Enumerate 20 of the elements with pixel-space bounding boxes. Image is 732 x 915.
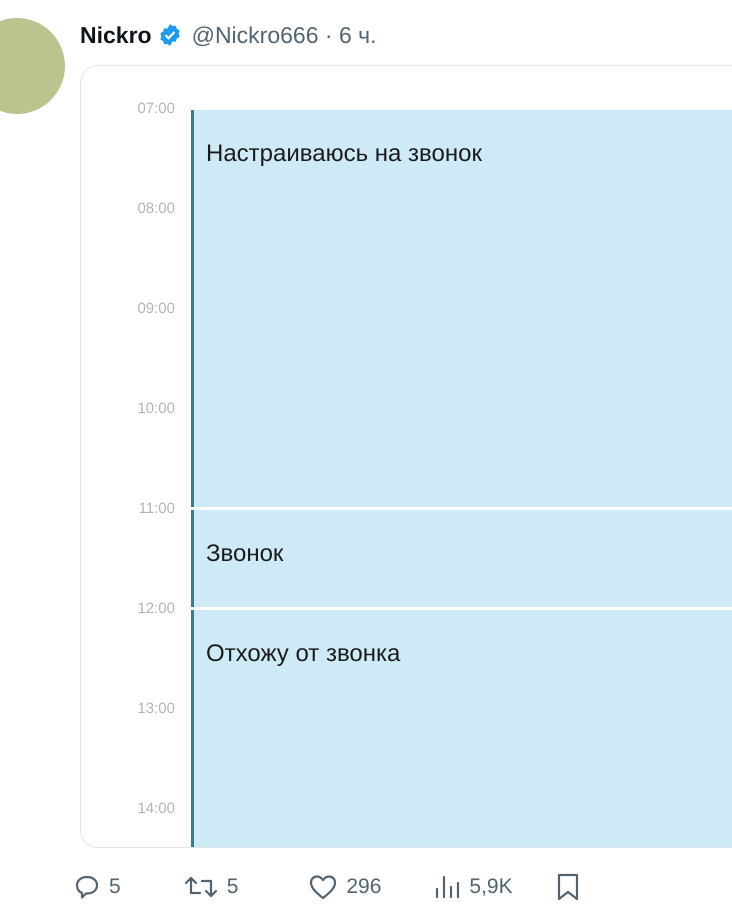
hour-label: 13:00 xyxy=(136,700,176,719)
calendar-event[interactable]: Звонок xyxy=(191,510,732,607)
hour-label: 11:00 xyxy=(138,500,176,519)
heart-icon xyxy=(308,873,338,901)
hour-label: 09:00 xyxy=(136,300,176,319)
speech-bubble-icon xyxy=(73,873,101,901)
hour-label: 08:00 xyxy=(136,200,176,219)
hour-label: 10:00 xyxy=(136,400,176,419)
like-button[interactable]: 296 xyxy=(308,873,382,901)
repost-button[interactable]: 5 xyxy=(182,873,238,901)
author-name[interactable]: Nickro xyxy=(80,22,152,48)
calendar-event[interactable]: Отхожу от звонка xyxy=(191,610,732,847)
hour-label: 12:00 xyxy=(136,600,176,619)
bar-chart-icon xyxy=(433,873,462,901)
reply-button[interactable]: 5 xyxy=(73,873,121,901)
author-handle: @Nickro666 · 6 ч. xyxy=(192,22,377,48)
views-button[interactable]: 5,9K xyxy=(433,873,513,901)
calendar-event[interactable]: Настраиваюсь на звонок xyxy=(191,110,732,507)
hour-label: 14:00 xyxy=(136,800,176,819)
hour-label: 07:00 xyxy=(136,100,176,119)
